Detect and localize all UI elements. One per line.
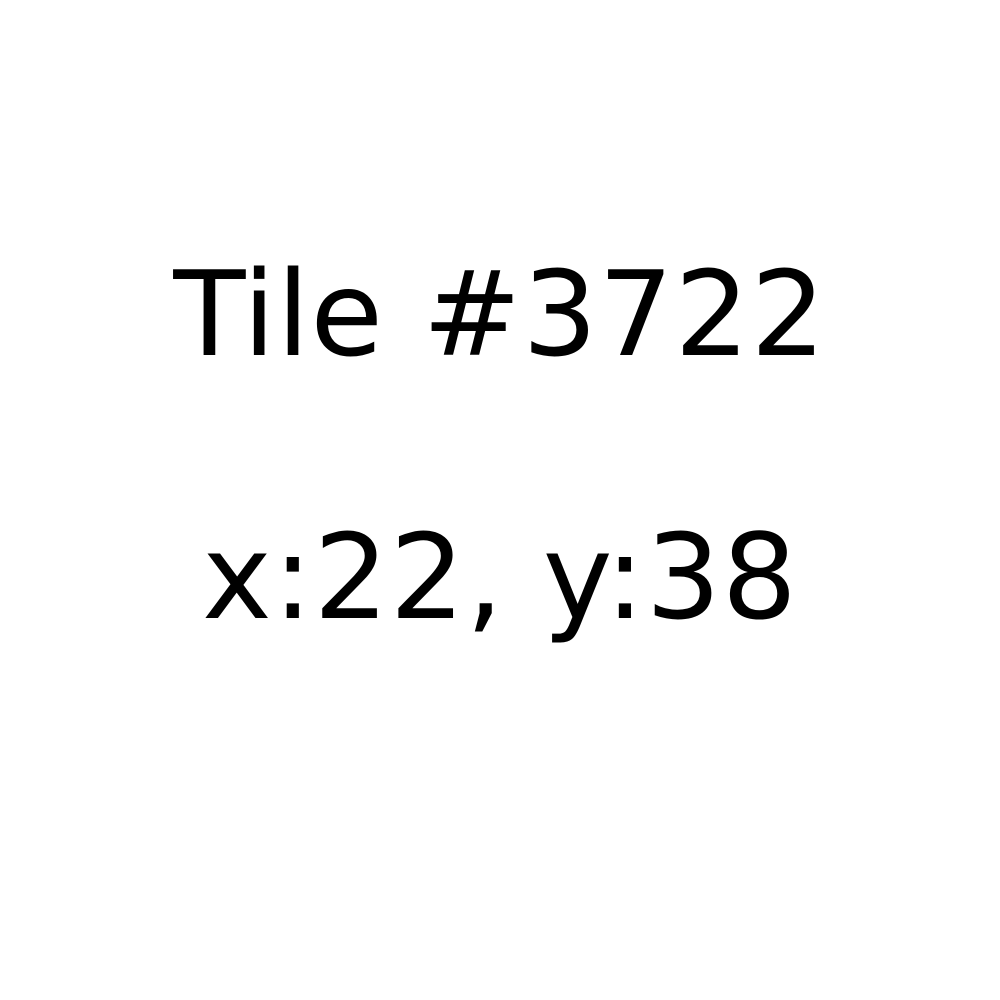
- tile-title: Tile #3722: [173, 245, 827, 383]
- tile-canvas: { "tile": { "title": "Tile #3722", "coor…: [0, 0, 1000, 1000]
- tile-coordinates: x:22, y:38: [202, 508, 798, 646]
